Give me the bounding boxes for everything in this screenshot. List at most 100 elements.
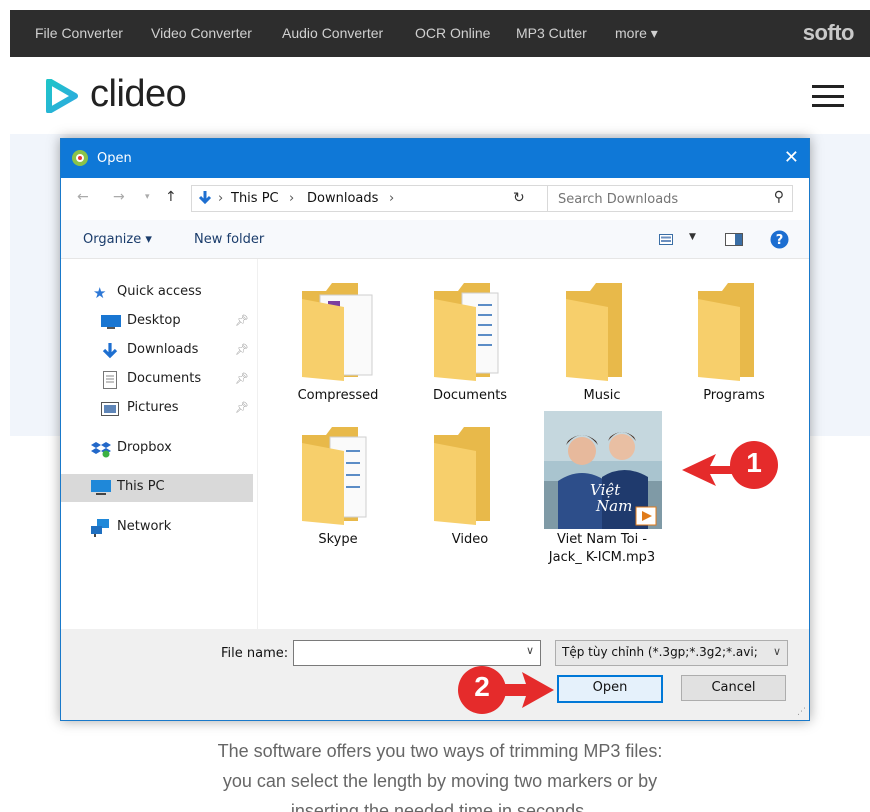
view-options-icon[interactable] (659, 234, 673, 245)
command-bar: Organize ▾ New folder ▼ ? (61, 220, 809, 259)
clideo-logo-text[interactable]: clideo (90, 73, 187, 116)
svg-text:?: ? (776, 233, 784, 248)
search-input[interactable] (556, 189, 760, 209)
file-label-line2: Jack_ K-ICM.mp3 (548, 550, 656, 565)
breadcrumb-separator-icon: › (389, 191, 395, 206)
address-bar[interactable]: › This PC › Downloads › ∨ (191, 185, 597, 212)
close-icon[interactable]: ✕ (784, 147, 799, 168)
video-folder-icon (434, 427, 490, 525)
pictures-icon (101, 402, 119, 416)
document-icon (103, 371, 117, 389)
file-name-field[interactable]: ∨ (293, 640, 541, 666)
open-button[interactable]: Open (557, 675, 663, 703)
chevron-down-icon[interactable]: ∨ (526, 644, 534, 657)
nav-ocr-online[interactable]: OCR Online (415, 25, 490, 41)
nav-item-label: Quick access (117, 284, 202, 299)
browser-app-icon (72, 150, 88, 166)
nav-item-label: Downloads (127, 342, 199, 357)
file-label: Music (583, 388, 621, 403)
star-icon: ★ (93, 284, 107, 302)
nav-item-network[interactable]: Network (61, 514, 253, 542)
breadcrumb-separator-icon: › (218, 191, 224, 206)
pin-icon[interactable]: 📌︎ (235, 343, 249, 356)
search-icon[interactable]: ⚲ (774, 189, 784, 205)
description-text: The software offers you two ways of trim… (10, 736, 870, 812)
preview-pane-icon[interactable] (725, 233, 743, 246)
folder-compressed[interactable]: Compressed (276, 279, 400, 409)
pin-icon[interactable]: 📌︎ (235, 401, 249, 414)
resize-grip-icon[interactable]: ⋰ (797, 707, 806, 717)
address-row: ← → ▾ ↑ › This PC › Downloads › ∨ ↻ ⚲ (61, 178, 809, 220)
nav-more-dropdown[interactable]: more ▾ (615, 25, 658, 42)
nav-file-converter[interactable]: File Converter (35, 25, 123, 41)
nav-item-label: Pictures (127, 400, 179, 415)
breadcrumb-this-pc[interactable]: This PC (231, 191, 279, 206)
desktop-icon (101, 315, 121, 329)
nav-audio-converter[interactable]: Audio Converter (282, 25, 383, 41)
nav-item-label: Desktop (127, 313, 181, 328)
album-art-thumbnail: Việt Nam (544, 411, 662, 529)
view-dropdown-chevron-icon[interactable]: ▼ (689, 232, 696, 242)
folder-video[interactable]: Video (408, 423, 532, 553)
nav-item-label: Network (117, 519, 172, 534)
back-arrow-icon[interactable]: ← (77, 189, 89, 205)
callout-2: 2 (458, 664, 558, 721)
chevron-down-icon[interactable]: ∨ (773, 645, 781, 658)
folder-programs[interactable]: Programs (672, 279, 796, 409)
nav-video-converter[interactable]: Video Converter (151, 25, 252, 41)
search-box[interactable]: ⚲ (547, 185, 793, 212)
nav-item-quick-access[interactable]: ★ Quick access (61, 279, 253, 307)
nav-item-pictures[interactable]: Pictures 📌︎ (61, 395, 253, 423)
network-icon (91, 519, 109, 537)
programs-folder-icon (698, 283, 754, 381)
nav-item-this-pc[interactable]: This PC (61, 474, 253, 502)
callout-number: 2 (474, 671, 490, 702)
nav-mp3-cutter[interactable]: MP3 Cutter (516, 25, 587, 41)
nav-item-label: Documents (127, 371, 202, 386)
up-arrow-icon[interactable]: ↑ (165, 189, 177, 205)
recent-locations-chevron-icon[interactable]: ▾ (145, 192, 150, 202)
dialog-title-bar[interactable]: Open ✕ (61, 139, 809, 178)
softo-brand-logo[interactable]: softo (803, 20, 855, 46)
clideo-play-logo-icon[interactable] (46, 79, 78, 113)
file-label: Documents (432, 388, 508, 403)
svg-text:Nam: Nam (595, 497, 632, 515)
file-label-line1: Viet Nam Toi - (556, 532, 648, 547)
pin-icon[interactable]: 📌︎ (235, 314, 249, 327)
file-name-input[interactable] (298, 644, 522, 663)
cancel-button[interactable]: Cancel (681, 675, 786, 701)
description-line: The software offers you two ways of trim… (217, 741, 663, 761)
help-icon[interactable]: ? (770, 230, 789, 249)
new-folder-button[interactable]: New folder (194, 232, 264, 247)
nav-item-desktop[interactable]: Desktop 📌︎ (61, 308, 253, 336)
refresh-icon[interactable]: ↻ (513, 190, 525, 206)
dialog-title: Open (97, 151, 132, 166)
folder-documents[interactable]: Documents (408, 279, 532, 409)
file-type-select[interactable]: Tệp tùy chỉnh (*.3gp;*.3g2;*.avi; ∨ (555, 640, 788, 666)
hamburger-menu-icon[interactable] (812, 85, 844, 107)
nav-item-dropbox[interactable]: Dropbox (61, 435, 253, 463)
compressed-folder-icon (302, 283, 373, 381)
breadcrumb-downloads[interactable]: Downloads (307, 191, 378, 206)
skype-folder-icon (302, 427, 367, 525)
file-mp3-viet-nam-toi[interactable]: Việt Nam Viet Nam Toi - Jack_ K-ICM.mp3 (540, 411, 664, 571)
nav-item-downloads[interactable]: Downloads 📌︎ (61, 337, 253, 365)
nav-item-label: This PC (117, 479, 165, 494)
folder-music[interactable]: Music (540, 279, 664, 409)
organize-button[interactable]: Organize ▾ (83, 232, 152, 247)
callout-number: 1 (746, 447, 762, 478)
pin-icon[interactable]: 📌︎ (235, 372, 249, 385)
description-line: you can select the length by moving two … (222, 771, 658, 791)
description-line: inserting the needed time in seconds. (290, 801, 590, 812)
download-icon (102, 343, 118, 359)
dialog-footer: File name: ∨ Tệp tùy chỉnh (*.3gp;*.3g2;… (61, 629, 809, 720)
computer-icon (91, 480, 111, 495)
file-type-value: Tệp tùy chỉnh (*.3gp;*.3g2;*.avi; (562, 645, 758, 659)
site-header: clideo (10, 57, 870, 135)
top-navigation: File Converter Video Converter Audio Con… (10, 10, 870, 57)
folder-skype[interactable]: Skype (276, 423, 400, 553)
file-label: Video (451, 532, 489, 547)
file-label: Skype (318, 532, 358, 547)
forward-arrow-icon[interactable]: → (113, 189, 125, 205)
nav-item-documents[interactable]: Documents 📌︎ (61, 366, 253, 394)
